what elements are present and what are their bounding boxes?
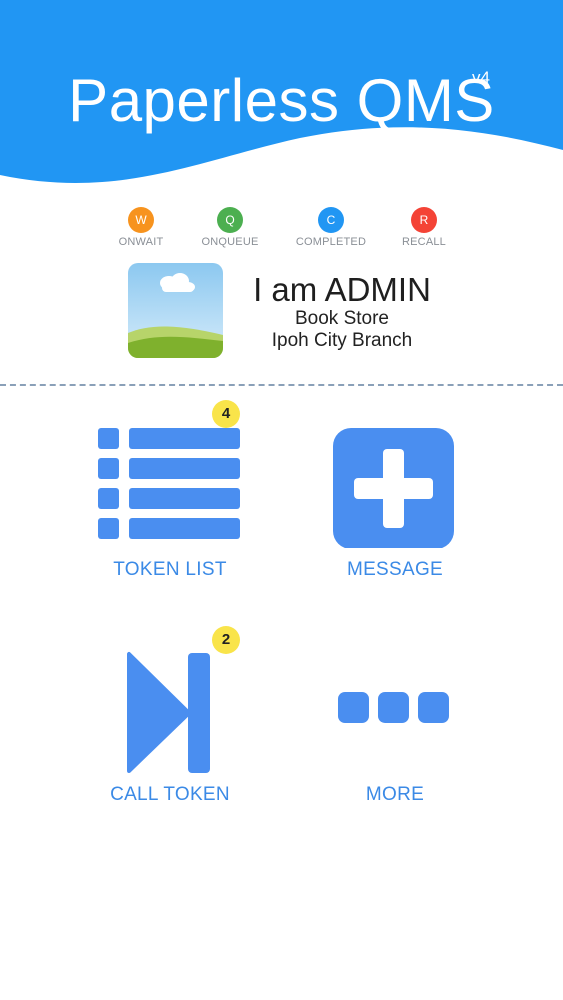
legend-completed-label: COMPLETED bbox=[295, 236, 367, 248]
message-label: MESSAGE bbox=[346, 559, 444, 580]
completed-status-icon: C bbox=[318, 207, 344, 233]
more-icon bbox=[338, 692, 449, 723]
legend-onqueue-label: ONQUEUE bbox=[201, 236, 259, 248]
legend-onwait-label: ONWAIT bbox=[118, 236, 164, 248]
recall-status-icon: R bbox=[411, 207, 437, 233]
legend-completed: C COMPLETED bbox=[286, 207, 376, 248]
status-legend: W ONWAIT Q ONQUEUE C COMPLETED R RECALL bbox=[0, 207, 563, 257]
token-list-label: TOKEN LIST bbox=[113, 559, 227, 580]
landscape-icon bbox=[128, 263, 223, 358]
call-token-button[interactable]: 2 CALL TOKEN bbox=[85, 625, 255, 815]
section-divider bbox=[0, 384, 563, 386]
call-token-badge: 2 bbox=[212, 626, 240, 654]
call-token-label: CALL TOKEN bbox=[110, 784, 230, 805]
onwait-status-icon: W bbox=[128, 207, 154, 233]
onqueue-status-icon: Q bbox=[217, 207, 243, 233]
branch-name: Ipoh City Branch bbox=[271, 330, 413, 351]
legend-recall-label: RECALL bbox=[402, 236, 446, 248]
legend-recall: R RECALL bbox=[379, 207, 469, 248]
app-header: Paperless QMS v4 bbox=[0, 0, 563, 200]
token-list-badge: 4 bbox=[212, 400, 240, 428]
legend-onqueue: Q ONQUEUE bbox=[185, 207, 275, 248]
avatar[interactable] bbox=[128, 263, 223, 358]
more-button[interactable]: MORE bbox=[310, 625, 480, 815]
app-version: v4 bbox=[472, 68, 490, 87]
token-list-button[interactable]: 4 TOKEN LIST bbox=[85, 398, 255, 588]
message-button[interactable]: MESSAGE bbox=[310, 398, 480, 588]
profile-name: I am ADMIN bbox=[253, 271, 431, 308]
more-label: MORE bbox=[365, 784, 425, 805]
legend-onwait: W ONWAIT bbox=[96, 207, 186, 248]
add-message-icon bbox=[333, 428, 454, 548]
store-name: Book Store bbox=[295, 308, 389, 329]
